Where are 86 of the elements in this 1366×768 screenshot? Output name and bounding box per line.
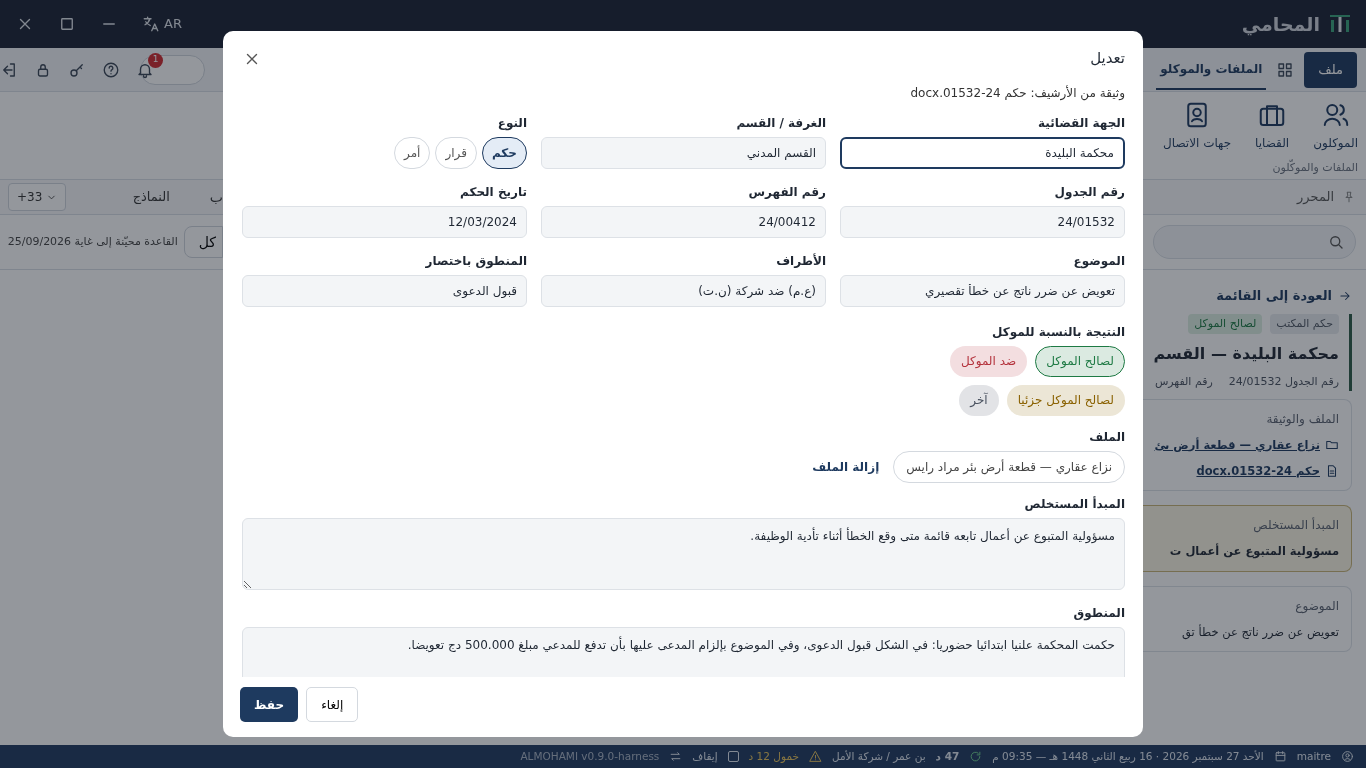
card-text: تعويض عن ضرر ناتج عن خطأ تق — [1181, 623, 1339, 642]
search-field[interactable] — [1153, 225, 1356, 259]
text-area[interactable]: حكمت المحكمة علنيا ابتدائيا حضوريا: في الشكل قبول الدعوى، وفي الموضوع بإلزام المدعى عليها بأن تدفع للمدعي مبلغ 500.000 دج تعويضا. — [242, 626, 1125, 677]
user-name: maitre — [1296, 748, 1331, 764]
pin-icon — [1342, 190, 1356, 204]
date-time: الأحد 27 سبتمبر 2026 · 16 ربيع الثاني 1448 هـ — 09:35 م — [992, 748, 1264, 765]
field-label: المنطوق باختصار — [424, 252, 527, 270]
ribbon-button[interactable]: القضايا — [1255, 100, 1290, 152]
outcome-option[interactable]: ضد الموكل — [949, 345, 1028, 377]
translate-icon[interactable] — [142, 15, 160, 33]
pause-checkbox[interactable] — [727, 751, 739, 762]
swap-icon — [669, 750, 683, 763]
input-field[interactable]: قبول الدعوى — [242, 274, 527, 307]
language-label: AR — [164, 15, 182, 34]
dialog-title: تعديل — [1090, 48, 1125, 69]
input-field[interactable]: 24/00412 — [541, 205, 826, 238]
grid-icon[interactable] — [1276, 60, 1295, 79]
card-title: الموضوع — [1294, 597, 1339, 615]
field-label: الجهة القضائية — [1037, 114, 1125, 132]
field-label: تاريخ الحكم — [459, 183, 527, 201]
file-button[interactable]: ملف — [1304, 51, 1357, 88]
input-field[interactable]: القسم المدني — [541, 136, 826, 169]
idle-time: خمول 12 د — [748, 748, 799, 765]
back-link[interactable]: العودة إلى القائمة — [1216, 286, 1352, 306]
app-title: المحامي — [1241, 11, 1320, 38]
input-field[interactable]: 24/01532 — [840, 205, 1125, 238]
field-label: الغرفة / القسم — [735, 114, 826, 132]
sync-time: 47 د — [935, 748, 960, 764]
input-field[interactable]: محكمة البليدة — [840, 136, 1125, 169]
logout-icon[interactable] — [0, 60, 18, 79]
field-label: الملف — [1088, 428, 1125, 446]
card-title: المبدأ المستخلص — [1252, 516, 1339, 535]
field-label: الأطراف — [775, 252, 826, 270]
more-button[interactable]: +33 — [8, 183, 67, 211]
search-icon — [1327, 233, 1345, 251]
case-title: محكمة البليدة — القسم — [1152, 343, 1339, 365]
document-icon — [1325, 464, 1339, 479]
search-field[interactable] — [140, 54, 205, 85]
pause-label: إيقاف — [692, 748, 718, 765]
maximize-icon[interactable] — [58, 15, 76, 33]
user-icon — [1341, 750, 1354, 763]
outcome-option[interactable]: آخر — [959, 384, 999, 416]
tab[interactable]: الملفات والموكلو — [1156, 49, 1267, 90]
sync-icon — [969, 750, 983, 763]
field-label: النتيجة بالنسبة للموكل — [990, 323, 1125, 341]
tab[interactable]: ب — [209, 186, 223, 208]
file-selector[interactable]: نزاع عقاري — قطعة أرض بئر مراد رايس — [893, 450, 1125, 483]
cancel-button[interactable]: إلغاء — [306, 687, 359, 722]
notification-badge: 1 — [148, 52, 163, 68]
input-field[interactable]: 12/03/2024 — [242, 205, 527, 238]
tab[interactable]: النماذج — [132, 187, 170, 207]
outcome-option[interactable]: لصالح الموكل جزئيا — [1006, 384, 1125, 416]
version-label: ALMOHAMI v0.9.0-harness — [520, 748, 660, 764]
card-text: مسؤولية المتبوع عن أعمال ت — [1168, 542, 1339, 561]
type-option[interactable]: قرار — [435, 136, 477, 169]
meta-text: رقم الفهرس — [1154, 374, 1213, 390]
document-link[interactable]: حكم 24-01532.docx — [1196, 461, 1339, 481]
input-field[interactable]: (ع.م) ضد شركة (ن.ت) — [541, 274, 826, 307]
filter-button[interactable]: كل — [183, 226, 223, 258]
ribbon-button[interactable]: جهات الاتصال — [1163, 100, 1232, 152]
tag: لصالح الموكل — [1188, 313, 1263, 334]
save-button[interactable]: حفظ — [240, 687, 299, 722]
card-title: الملف والوثيقة — [1265, 410, 1339, 428]
field-label: المنطوق — [1072, 604, 1125, 622]
ribbon-button[interactable]: الموكلون — [1313, 100, 1358, 152]
field-label: المبدأ المستخلص — [1023, 495, 1125, 513]
field-label: النوع — [496, 114, 527, 132]
type-option[interactable]: حكم — [481, 136, 527, 169]
field-label: رقم الفهرس — [747, 183, 826, 201]
group-label: الملفات والموكّلون — [1271, 160, 1358, 176]
help-icon[interactable] — [102, 60, 120, 79]
section-label: المحرر — [1297, 188, 1334, 207]
field-label: الموضوع — [1072, 252, 1125, 270]
file-link[interactable]: نزاع عقاري — قطعة أرض بئ — [1154, 435, 1339, 454]
calendar-icon — [1273, 750, 1287, 763]
office-name: بن عمر / شركة الأمل — [831, 748, 926, 765]
tag: حكم المكتب — [1270, 313, 1339, 334]
warning-icon — [808, 750, 822, 763]
dialog-subtitle: وثيقة من الأرشيف: حكم 24-01532.docx — [909, 84, 1125, 102]
outcome-option[interactable]: لصالح الموكل — [1035, 345, 1125, 377]
field-label: رقم الجدول — [1053, 183, 1125, 201]
remove-file-link[interactable]: إزالة الملف — [812, 457, 880, 476]
database-status: القاعدة محيّنة إلى غاية 25/09/2026 — [7, 233, 178, 250]
text-area[interactable]: مسؤولية المتبوع عن أعمال تابعه قائمة متى وقع الخطأ أثناء تأدية الوظيفة. — [242, 517, 1125, 590]
type-option[interactable]: أمر — [394, 136, 431, 169]
meta-text: رقم الجدول 24/01532 — [1228, 374, 1339, 390]
